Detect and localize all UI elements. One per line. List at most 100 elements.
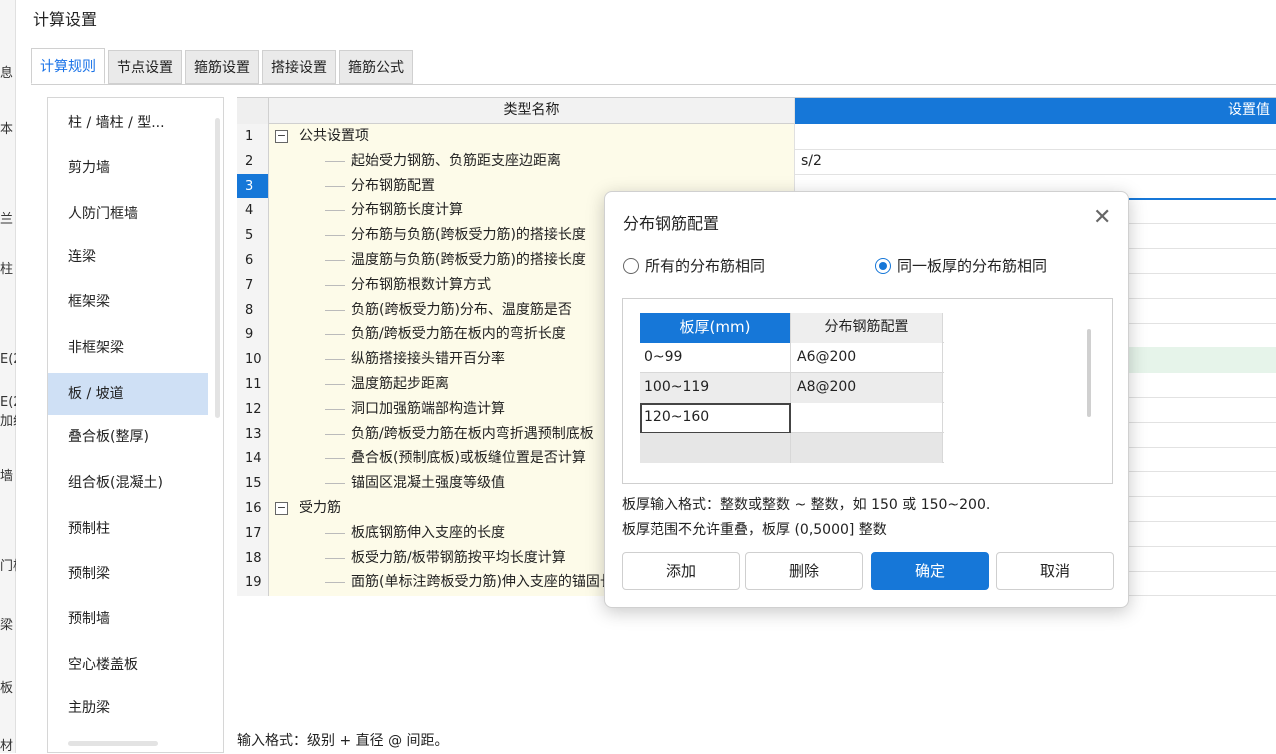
tab-lap-settings[interactable]: 搭接设置 [262, 50, 336, 84]
table-row[interactable]: 2 起始受力钢筋、负筋距支座边距离 s/2 [237, 148, 1276, 175]
tree-connector [325, 433, 345, 435]
delete-button[interactable]: 删除 [745, 552, 863, 590]
row-number: 19 [237, 570, 269, 597]
row-number: 6 [237, 248, 269, 274]
radio-all-same-label: 所有的分布筋相同 [645, 257, 766, 275]
row-number: 18 [237, 545, 269, 572]
config-cell[interactable] [791, 403, 943, 433]
row-number: 13 [237, 421, 269, 448]
thickness-cell[interactable]: 0~99 [640, 343, 791, 373]
row-number: 15 [237, 471, 269, 498]
category-item[interactable]: 非框架梁 [48, 327, 208, 369]
tree-connector [325, 235, 345, 237]
category-item[interactable]: 框架梁 [48, 281, 208, 323]
thickness-table-box: 板厚(mm) 分布钢筋配置 0~99 A6@200 100~119 A8@200 120… [622, 298, 1113, 484]
config-cell[interactable]: A6@200 [791, 343, 943, 373]
radio-same-thickness[interactable]: 同一板厚的分布筋相同 [875, 255, 1047, 276]
row-number: 8 [237, 297, 269, 324]
row-number: 7 [237, 272, 269, 299]
tree-connector [325, 532, 345, 534]
ok-button[interactable]: 确定 [871, 552, 989, 590]
row-name: 受力筋 [299, 500, 341, 516]
left-sidebar-strip: 息本兰柱 E(2 E(2 加缘墙门板梁板材 [0, 0, 16, 754]
category-item[interactable]: 预制柱 [48, 508, 208, 550]
config-cell[interactable] [791, 433, 943, 463]
category-item[interactable]: 剪力墙 [48, 147, 208, 189]
collapse-toggle-icon[interactable]: − [275, 130, 288, 143]
column-header-name: 类型名称 [269, 98, 795, 124]
radio-selected-icon[interactable] [875, 257, 891, 274]
table-scrollbar[interactable] [1087, 329, 1091, 417]
cancel-button[interactable]: 取消 [996, 552, 1114, 590]
close-icon[interactable]: ✕ [1093, 205, 1111, 231]
config-cell[interactable]: A8@200 [791, 373, 943, 403]
row-name: 分布钢筋长度计算 [351, 202, 463, 219]
format-note-1: 板厚输入格式：整数或整数 ~ 整数，如 150 或 150~200. [622, 497, 991, 513]
category-item[interactable]: 预制梁 [48, 553, 208, 595]
radio-all-same[interactable]: 所有的分布筋相同 [623, 255, 765, 276]
table-row[interactable]: 1− 公共设置项 [237, 124, 1276, 150]
input-format-hint: 输入格式：级别 + 直径 @ 间距。 [237, 733, 449, 749]
tab-stirrup-formula[interactable]: 箍筋公式 [339, 50, 413, 84]
collapse-toggle-icon[interactable]: − [275, 502, 288, 515]
row-number: 14 [237, 446, 269, 473]
left-strip-fragment: 墙 [0, 469, 14, 484]
category-item[interactable]: 预制墙 [48, 598, 208, 640]
category-item[interactable]: 组合板(混凝土) [48, 462, 208, 504]
tab-divider [31, 84, 1276, 85]
row-value-cell[interactable] [795, 124, 1276, 150]
row-number: 9 [237, 322, 269, 349]
row-name: 温度筋与负筋(跨板受力筋)的搭接长度 [351, 252, 586, 268]
left-strip-fragment: E(2 [0, 395, 16, 410]
thickness-cell[interactable]: 100~119 [640, 373, 791, 403]
row-name: 分布钢筋配置 [351, 177, 435, 194]
row-number: 3 [237, 173, 269, 200]
left-strip-fragment: E(2 [0, 352, 16, 367]
grid-header: 类型名称 设置值 [237, 98, 1276, 124]
left-strip-fragment: 板 [0, 681, 14, 696]
category-scrollbar[interactable] [215, 118, 220, 418]
thickness-row[interactable]: 120~160 [640, 403, 944, 434]
category-item[interactable]: 板 / 坡道 [48, 373, 208, 415]
row-name: 洞口加强筋端部构造计算 [351, 400, 505, 417]
row-number: 10 [237, 347, 269, 374]
dialog-title: 分布钢筋配置 [623, 214, 720, 233]
row-name: 叠合板(预制底板)或板缝位置是否计算 [351, 450, 586, 467]
left-strip-fragment: 息 [0, 66, 14, 81]
category-item[interactable]: 连梁 [48, 236, 208, 278]
tab-node-settings[interactable]: 节点设置 [108, 50, 182, 84]
row-name: 负筋/跨板受力筋在板内弯折遇预制底板 [351, 425, 594, 442]
category-item[interactable]: 人防门框墙 [48, 193, 208, 235]
add-button[interactable]: 添加 [622, 552, 740, 590]
tree-connector [325, 309, 345, 311]
tree-connector [325, 582, 345, 584]
radio-same-thickness-label: 同一板厚的分布筋相同 [897, 257, 1048, 275]
row-name: 起始受力钢筋、负筋距支座边距离 [351, 152, 561, 169]
tree-connector [325, 185, 345, 187]
tree-connector [325, 160, 345, 162]
left-strip-fragment: 门板 [0, 559, 16, 574]
row-number: 11 [237, 372, 269, 398]
thickness-row[interactable] [640, 433, 944, 463]
left-strip-fragment: 材 [0, 739, 14, 754]
thickness-cell[interactable] [640, 433, 791, 463]
row-name: 分布筋与负筋(跨板受力筋)的搭接长度 [351, 227, 586, 244]
row-name: 公共设置项 [299, 128, 369, 144]
thickness-row[interactable]: 100~119 A8@200 [640, 373, 944, 403]
radio-circle-icon[interactable] [623, 257, 639, 274]
category-h-scrollbar[interactable] [68, 741, 158, 746]
category-item[interactable]: 空心楼盖板 [48, 644, 208, 686]
row-value-cell[interactable]: s/2 [795, 149, 1276, 175]
tab-stirrup-settings[interactable]: 箍筋设置 [185, 50, 259, 84]
tree-connector [325, 384, 345, 385]
tab-calc-rules[interactable]: 计算规则 [31, 48, 105, 84]
thickness-row[interactable]: 0~99 A6@200 [640, 343, 944, 373]
window-title: 计算设置 [33, 10, 98, 29]
category-item[interactable]: 主肋梁 [48, 687, 208, 729]
category-item[interactable]: 叠合板(整厚) [48, 416, 208, 458]
category-item[interactable]: 柱 / 墙柱 / 型... [48, 102, 208, 144]
left-strip-fragment: 兰 [0, 212, 14, 227]
row-number: 2 [237, 148, 269, 175]
tree-connector [325, 408, 345, 410]
column-header-value: 设置值 [795, 98, 1276, 124]
